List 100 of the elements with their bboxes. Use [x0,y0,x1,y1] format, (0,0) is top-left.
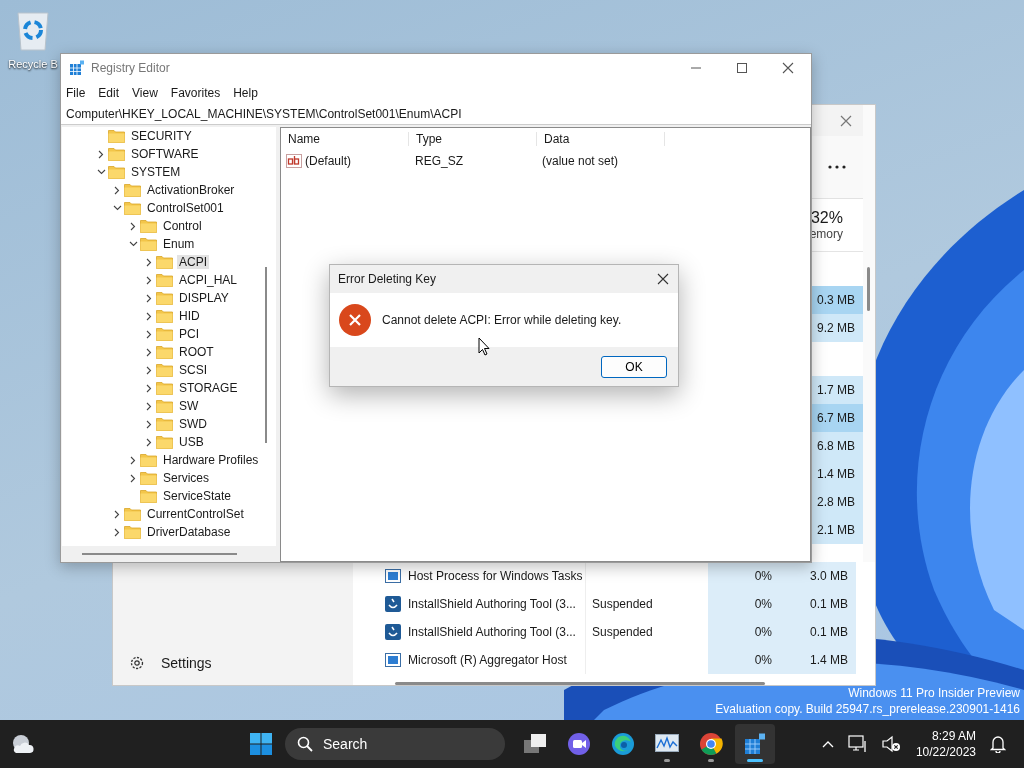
tree-item[interactable]: STORAGE [177,381,240,395]
chevron-right-icon[interactable] [146,329,152,339]
clock[interactable]: 8:29 AM 10/22/2023 [915,728,976,760]
column-header[interactable]: Type [409,132,537,146]
tree-item[interactable]: ROOT [177,345,216,359]
tree-item[interactable]: Enum [161,237,197,251]
folder-icon [108,165,125,179]
chevron-down-icon[interactable] [128,241,138,247]
cpu-cell: 0% [708,590,782,618]
memory-cell: 0.1 MB [782,618,856,646]
tree-item[interactable]: ActivationBroker [145,183,237,197]
folder-icon [124,183,141,197]
tree-item[interactable]: Services [161,471,211,485]
folder-icon [156,417,173,431]
tree-item[interactable]: SYSTEM [129,165,183,179]
settings-nav-item[interactable]: Settings [129,655,353,671]
folder-icon [156,273,173,287]
scrollbar-thumb[interactable] [82,553,237,555]
chevron-right-icon[interactable] [146,419,152,429]
weather-icon[interactable] [10,733,34,755]
column-header[interactable]: Name [281,132,409,146]
folder-icon [156,363,173,377]
folder-icon [124,201,141,215]
tree-item[interactable]: ServiceState [161,489,234,503]
cpu-cell: 0% [708,618,782,646]
menu-item[interactable]: File [66,86,86,100]
close-icon[interactable] [657,273,669,285]
chevron-right-icon[interactable] [130,221,136,231]
tree-item[interactable]: CurrentControlSet [145,507,246,521]
folder-icon [156,291,173,305]
tree-item[interactable]: ACPI [177,255,209,269]
chevron-right-icon[interactable] [146,275,152,285]
folder-icon [156,381,173,395]
network-icon[interactable] [847,735,868,753]
registry-editor-icon[interactable] [744,733,766,755]
menu-item[interactable]: View [132,86,158,100]
tree-item[interactable]: SOFTWARE [129,147,201,161]
task-view-icon[interactable] [523,733,547,755]
chevron-down-icon[interactable] [96,169,106,175]
menu-item[interactable]: Help [233,86,258,100]
window-app-icon [385,568,401,584]
recycle-bin-icon[interactable] [15,10,51,52]
video-chat-icon[interactable] [567,732,591,756]
ok-button[interactable]: OK [601,355,667,378]
folder-icon [124,525,141,539]
notification-bell-icon[interactable] [990,735,1006,753]
folder-icon [156,255,173,269]
tree-item[interactable]: PCI [177,327,201,341]
tree-item[interactable]: SWD [177,417,209,431]
folder-icon [140,219,157,233]
taskbar-app-button[interactable] [735,724,775,764]
chevron-right-icon[interactable] [114,527,120,537]
chevron-up-icon[interactable] [821,740,834,748]
scrollbar-thumb[interactable] [867,267,870,311]
tree-item[interactable]: SECURITY [129,129,194,143]
maximize-icon[interactable] [736,62,748,74]
start-icon[interactable] [249,732,273,756]
chevron-right-icon[interactable] [146,383,152,393]
menu-item[interactable]: Edit [98,86,120,100]
performance-monitor-icon[interactable] [655,734,679,754]
folder-icon [156,435,173,449]
chevron-right-icon[interactable] [130,455,136,465]
process-status: Suspended [592,597,653,611]
process-name: Microsoft (R) Aggregator Host [408,653,567,667]
search-box[interactable]: Search [285,728,505,760]
tree-item[interactable]: DriverDatabase [145,525,233,539]
chevron-right-icon[interactable] [146,401,152,411]
horizontal-scrollbar[interactable] [395,682,765,685]
chevron-right-icon[interactable] [114,185,120,195]
browser-icon[interactable] [611,732,635,756]
chevron-right-icon[interactable] [146,257,152,267]
tree-item[interactable]: SW [177,399,201,413]
chevron-right-icon[interactable] [114,509,120,519]
scrollbar-thumb[interactable] [265,267,267,443]
tree-item[interactable]: HID [177,309,202,323]
chevron-right-icon[interactable] [146,311,152,321]
more-icon[interactable] [828,165,846,169]
tree-item[interactable]: DISPLAY [177,291,231,305]
folder-icon [108,129,125,143]
folder-icon [156,345,173,359]
tree-item[interactable]: SCSI [177,363,209,377]
chevron-right-icon[interactable] [146,365,152,375]
volume-muted-icon[interactable] [881,735,902,753]
menu-item[interactable]: Favorites [170,86,221,100]
chevron-right-icon[interactable] [146,347,152,357]
chrome-browser-icon[interactable] [699,732,723,756]
folder-icon [156,327,173,341]
tree-item[interactable]: ACPI_HAL [177,273,240,287]
chevron-right-icon[interactable] [146,437,152,447]
folder-icon [156,309,173,323]
close-icon[interactable] [782,62,794,74]
chevron-right-icon[interactable] [146,293,152,303]
column-header[interactable]: Data [537,132,665,146]
tree-item[interactable]: ControlSet001 [145,201,226,215]
chevron-down-icon[interactable] [112,205,122,211]
tree-item[interactable]: USB [177,435,206,449]
tree-item[interactable]: Hardware Profiles [161,453,261,467]
chevron-right-icon[interactable] [130,473,136,483]
chevron-right-icon[interactable] [98,149,104,159]
tree-item[interactable]: Control [161,219,204,233]
